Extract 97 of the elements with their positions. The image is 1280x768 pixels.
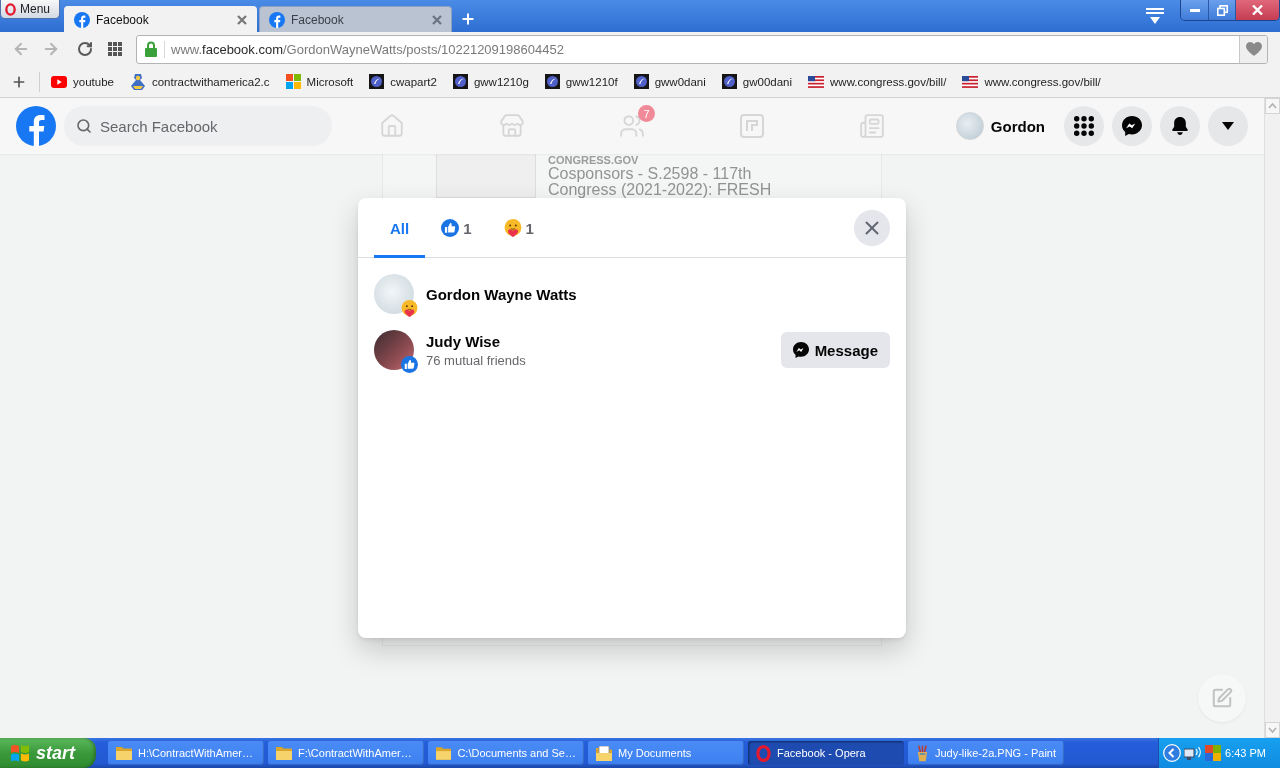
folder-icon: [276, 746, 292, 760]
account-menu-button[interactable]: [1208, 106, 1248, 146]
four-color-flag-icon: [10, 744, 30, 762]
chat-button[interactable]: [1112, 106, 1152, 146]
orb-icon: [721, 74, 737, 89]
chevron-left-icon[interactable]: [1163, 744, 1181, 762]
reaction-tab[interactable]: All: [374, 198, 426, 258]
favicon-icon: [74, 11, 90, 28]
bookmark[interactable]: Microsoft: [285, 74, 354, 89]
orb-icon: [452, 74, 468, 89]
close-icon[interactable]: [237, 14, 247, 25]
bookmark-heart-button[interactable]: [1239, 35, 1267, 63]
bookmark[interactable]: www.congress.gov/bill/: [962, 75, 1101, 88]
mutual-friends-text: 76 mutual friends: [426, 352, 527, 368]
search-field[interactable]: Search Facebook: [64, 106, 332, 146]
avatar-photo[interactable]: [374, 330, 414, 370]
hug-emoji-icon: [503, 219, 522, 237]
taskbar-button[interactable]: C:\Documents and Se…: [428, 741, 584, 765]
caret-icon: [1222, 122, 1234, 130]
browser-tab[interactable]: Facebook: [259, 6, 452, 32]
thumbs-up-icon: [401, 356, 418, 373]
bookmark[interactable]: gww0dani: [633, 74, 706, 89]
bell-icon: [1171, 117, 1189, 135]
orb-icon: [544, 74, 560, 89]
play-button-icon: [51, 75, 67, 88]
close-button[interactable]: [854, 209, 890, 246]
plus-icon: [460, 11, 476, 27]
search-icon: [76, 118, 92, 134]
restore-icon: [1216, 4, 1228, 16]
apps-button[interactable]: [1064, 106, 1104, 146]
bookmark[interactable]: contractwithamerica2.c: [129, 73, 270, 90]
bookmark[interactable]: www.congress.gov/bill/: [808, 75, 947, 88]
person-name[interactable]: Gordon Wayne Watts: [426, 285, 890, 303]
message-button[interactable]: Message: [780, 332, 890, 368]
edit-icon: [1211, 687, 1233, 709]
heart-icon: [1245, 42, 1262, 56]
taskbar-button[interactable]: F:\ContractWithAmer…: [268, 741, 424, 765]
taskbar-button[interactable]: My Documents: [588, 741, 744, 765]
bookmark[interactable]: cwapart2: [369, 74, 437, 89]
bookmark[interactable]: gww1210g: [452, 74, 529, 89]
logo-icon: [16, 106, 56, 146]
notifications-button[interactable]: [1160, 106, 1200, 146]
paint-brushes-icon: [916, 744, 929, 762]
favicon-icon: [269, 11, 285, 28]
close-icon: [1252, 5, 1263, 15]
flag-icon: [962, 75, 979, 88]
network-icon[interactable]: [1184, 745, 1202, 761]
hug-emoji-icon: [401, 300, 418, 317]
square-frame-icon: [740, 114, 764, 138]
menu-button[interactable]: Menu: [0, 0, 60, 19]
dots-grid-icon: [1074, 116, 1094, 136]
reaction-tab[interactable]: 1: [487, 198, 550, 258]
clock: 6:43 PM: [1225, 747, 1266, 759]
count-badge: 7: [638, 105, 655, 122]
link-title: Cosponsors - S.2598 - 117th Congress (2021-2022): FRESH: [548, 166, 773, 198]
link-source: CONGRESS.GOV: [548, 154, 640, 166]
arrow-right-icon: [42, 40, 60, 58]
flag-icon: [808, 75, 825, 88]
mascot-icon: [129, 73, 146, 90]
store-icon: [499, 113, 525, 139]
document-folder-icon: [596, 745, 612, 761]
chat-bubble-icon: [792, 342, 809, 358]
thumbs-up-icon: [441, 219, 460, 237]
bookmark[interactable]: youtube: [51, 75, 114, 88]
bookmark[interactable]: gw00dani: [721, 74, 793, 89]
orb-icon: [369, 74, 385, 89]
speed-dial-icon: [108, 42, 122, 56]
folder-icon: [116, 746, 132, 760]
reaction-tab[interactable]: 1: [425, 198, 488, 258]
chat-bubble-icon: [1122, 116, 1142, 136]
minimize-icon: [1189, 8, 1200, 12]
home-icon: [379, 113, 405, 139]
bookmark[interactable]: gww1210f: [544, 74, 618, 89]
orb-icon: [633, 74, 649, 89]
folder-icon: [436, 746, 452, 760]
newspaper-icon: [859, 113, 885, 139]
start-button[interactable]: start: [0, 738, 96, 768]
colored-tiles-icon[interactable]: [1205, 745, 1221, 761]
avatar-photo: [955, 112, 984, 140]
minimize-button[interactable]: [1181, 0, 1208, 20]
address-field[interactable]: www.facebook.com/GordonWayneWatts/posts/10221209198604452: [136, 34, 1268, 64]
taskbar-button[interactable]: Facebook - Opera: [748, 741, 904, 765]
taskbar-button[interactable]: H:\ContractWithAmer…: [108, 741, 264, 765]
person-name[interactable]: Judy Wise: [426, 332, 769, 350]
ring-logo-icon: [5, 2, 16, 16]
profile-button[interactable]: Gordon: [955, 112, 1045, 140]
browser-tab[interactable]: Facebook: [64, 6, 257, 32]
people-icon: [619, 113, 645, 139]
reload-icon: [77, 41, 93, 57]
lines-arrow-icon[interactable]: [1146, 8, 1164, 24]
taskbar-button[interactable]: Judy-like-2a.PNG - Paint: [908, 741, 1064, 765]
restore-button[interactable]: [1208, 0, 1235, 20]
close-icon[interactable]: [432, 14, 442, 25]
close-window-button[interactable]: [1235, 0, 1279, 20]
ring-icon: [756, 744, 771, 762]
lock-icon: [144, 41, 157, 57]
four-squares-icon: [285, 74, 301, 89]
